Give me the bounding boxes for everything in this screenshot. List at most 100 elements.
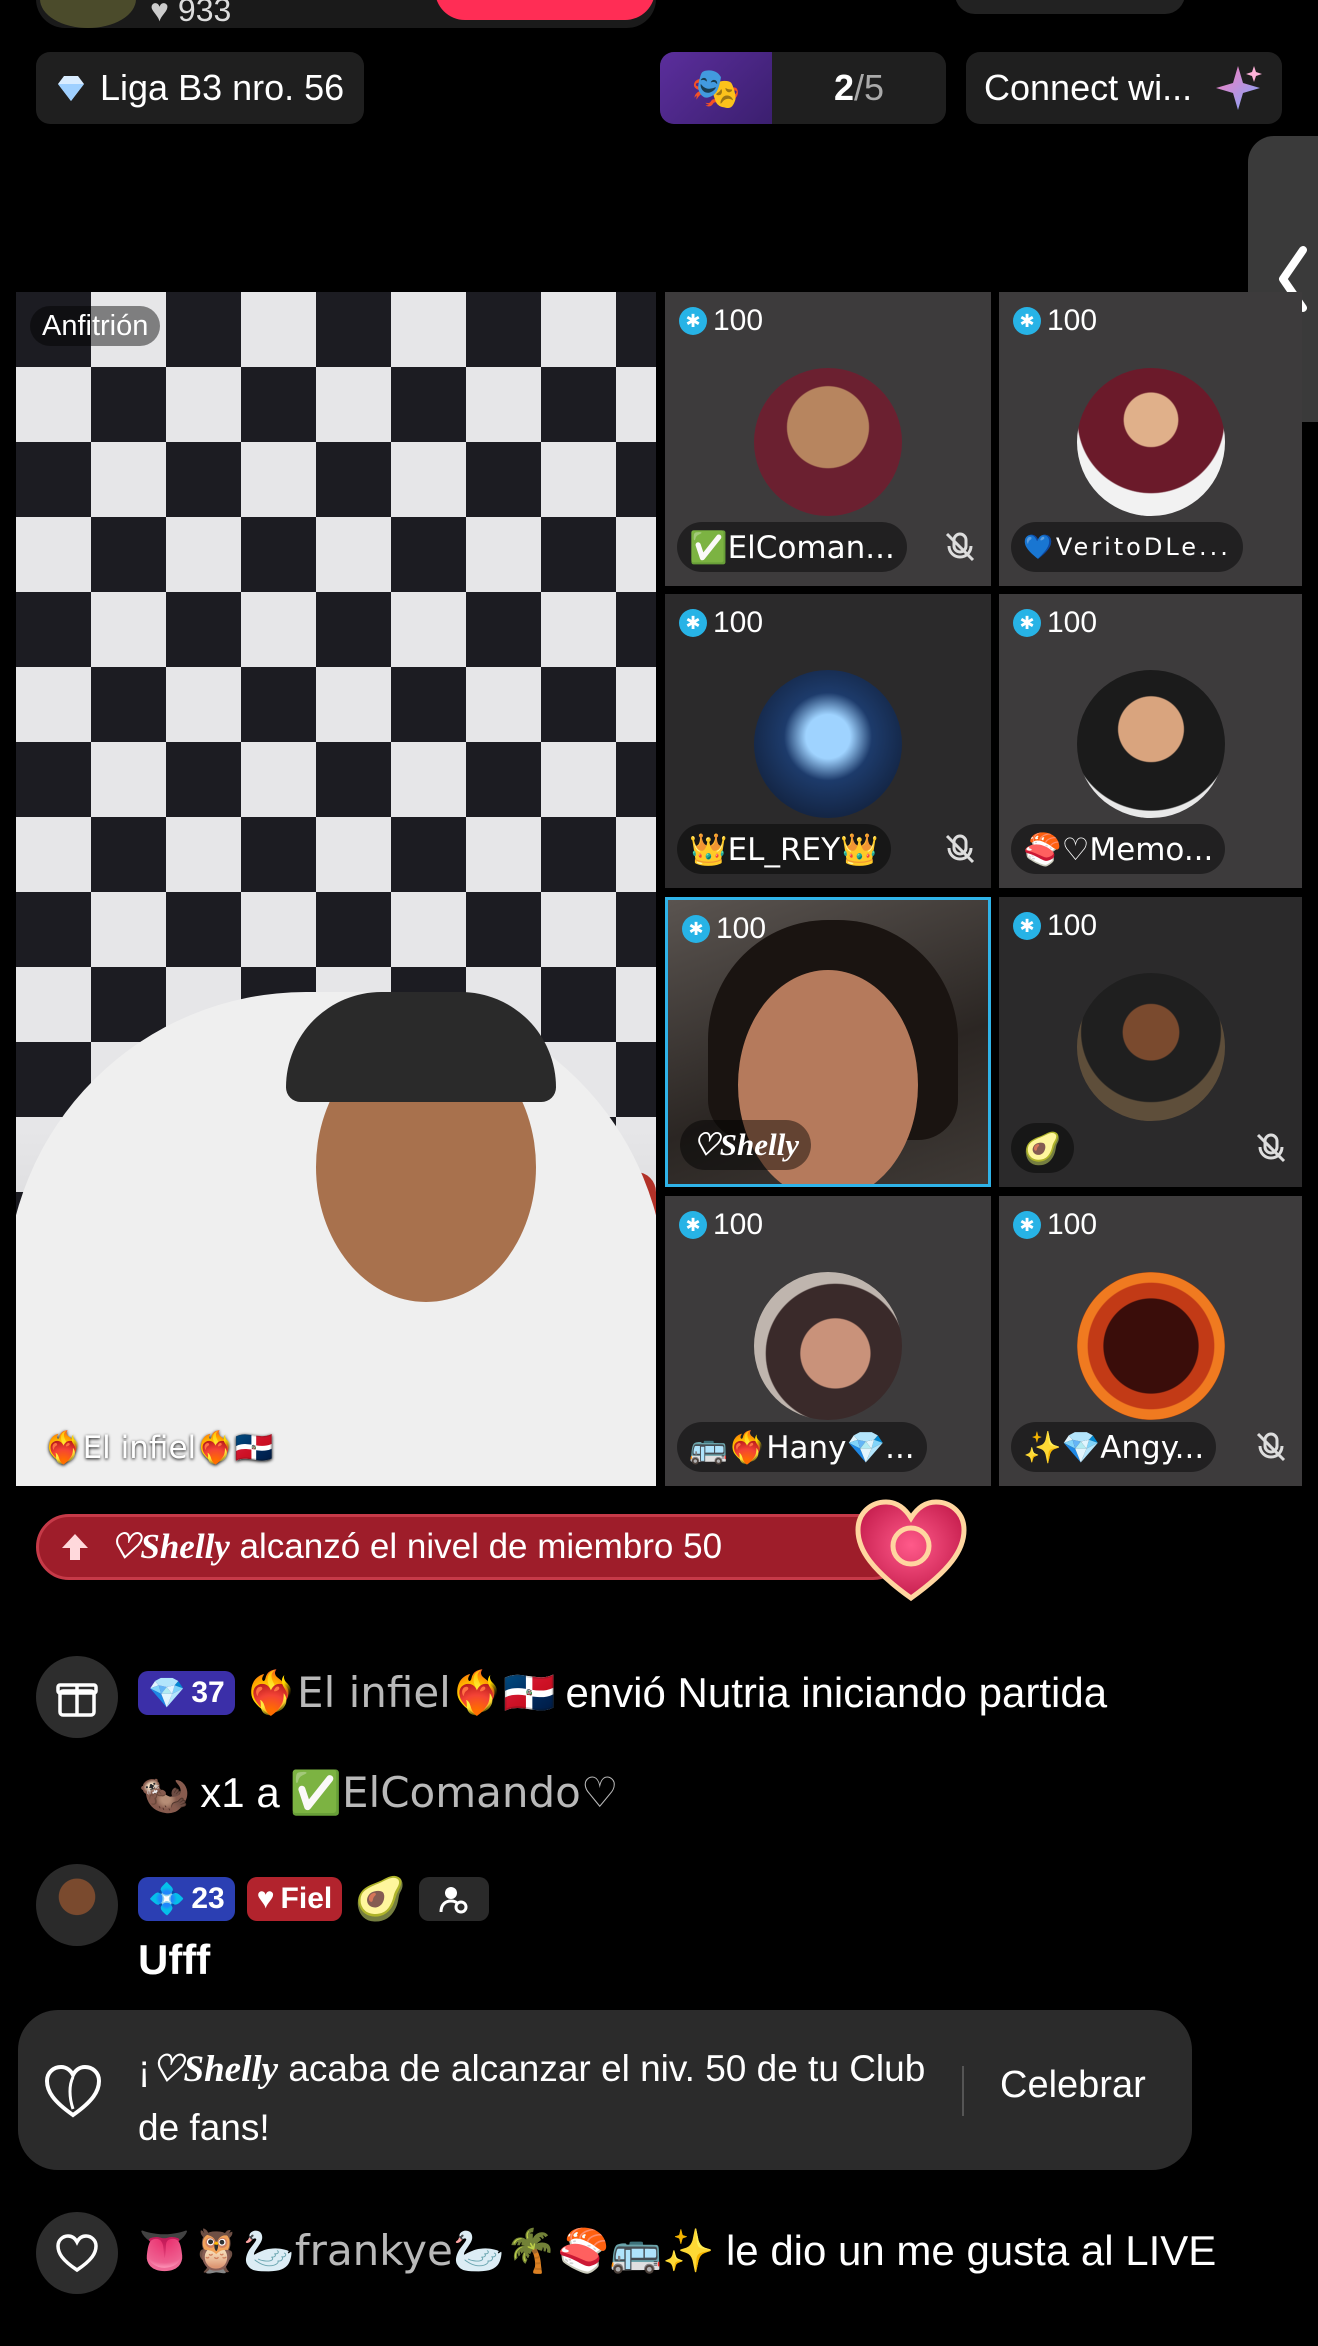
celebrate-button[interactable]: Celebrar xyxy=(1000,2064,1146,2107)
fan-club-badge: ♥ Fiel xyxy=(246,1877,343,1921)
match-progress: 2 xyxy=(833,67,854,108)
guest-tile-5-active[interactable]: ✱ 100 ♡Shelly xyxy=(665,897,991,1187)
guest-name: ♡Shelly xyxy=(680,1120,812,1170)
moderator-icon xyxy=(418,1877,489,1921)
guest-name: 🥑 xyxy=(1011,1123,1074,1173)
fan-badge-label: Fiel xyxy=(280,1882,333,1915)
heart-outline-icon xyxy=(32,2050,114,2132)
guest-tile-3[interactable]: ✱ 100 👑EL_REY👑 xyxy=(665,594,991,888)
gift-recipient[interactable]: ✅ElComando♡ xyxy=(290,1768,619,1818)
comment-text: Ufff xyxy=(138,1936,211,1983)
guest-avatar xyxy=(1076,1272,1225,1420)
mic-muted-icon xyxy=(945,532,975,562)
guest-score: 100 xyxy=(713,606,764,639)
mic-muted-icon xyxy=(1256,1133,1286,1163)
fan-club-message: ¡♡Shelly acaba de alcanzar el niv. 50 de… xyxy=(138,2040,958,2157)
coin-icon: ✱ xyxy=(679,307,707,335)
coin-icon: ✱ xyxy=(679,1211,707,1239)
viewer-count: ♥ 933 xyxy=(150,0,231,29)
guest-tile-1[interactable]: ✱ 100 ✅ElComan... xyxy=(665,292,991,586)
fan-heart-icon xyxy=(855,1499,967,1602)
league-label: Liga B3 nro. 56 xyxy=(100,67,345,108)
banner-text: alcanzó el nivel de miembro 50 xyxy=(229,1527,723,1566)
heart-level-icon: ♥ xyxy=(256,1882,275,1915)
league-chip[interactable]: Liga B3 nro. 56 xyxy=(36,52,365,124)
coin-icon: ✱ xyxy=(1013,609,1041,637)
coin-icon: ✱ xyxy=(1013,307,1041,335)
mic-muted-icon xyxy=(945,834,975,864)
coin-icon: ✱ xyxy=(682,915,710,943)
diamond-icon xyxy=(58,76,84,101)
gift-message-line2: 🦦 x1 a ✅ElComando♡ xyxy=(138,1768,619,1818)
guest-name: 👑EL_REY👑 xyxy=(677,824,891,874)
coin-icon: ✱ xyxy=(1013,1211,1041,1239)
card-divider xyxy=(962,2066,964,2116)
arrow-up-icon xyxy=(62,1534,88,1560)
commenter-avatar[interactable] xyxy=(36,1864,118,1946)
guest-score: 100 xyxy=(713,304,764,337)
like-text: le dio un me gusta al LIVE xyxy=(725,2227,1217,2274)
gift-icon xyxy=(36,1656,118,1738)
level-badge: 💎 37 xyxy=(138,1671,235,1715)
guest-score: 100 xyxy=(716,912,767,945)
gift-message-line1: 💎 37 ❤️‍🔥El infiel❤️‍🔥🇩🇴 envió Nutria ini… xyxy=(138,1668,1107,1718)
coin-icon: ✱ xyxy=(679,609,707,637)
guest-avatar xyxy=(754,1272,902,1420)
gem-icon: 💠 xyxy=(148,1881,186,1917)
guest-tile-6[interactable]: ✱ 100 🥑 xyxy=(999,897,1302,1187)
guest-score: 100 xyxy=(1047,1208,1098,1241)
like-user[interactable]: 👅🦉🦢frankye🦢🌴🍣🚌✨ xyxy=(138,2226,714,2275)
like-message: 👅🦉🦢frankye🦢🌴🍣🚌✨ le dio un me gusta al LI… xyxy=(138,2222,1288,2280)
heart-icon: ♥ xyxy=(150,0,169,28)
guest-avatar xyxy=(1076,670,1225,818)
match-progress-chip[interactable]: 🎭 2/5 xyxy=(660,52,946,124)
guest-tile-8[interactable]: ✱ 100 ✨💎Angy... xyxy=(999,1196,1302,1486)
connect-label: Connect wi... xyxy=(984,67,1193,108)
guest-name: 🍣♡Memo... xyxy=(1011,824,1226,874)
mic-muted-icon xyxy=(1256,1432,1286,1462)
guest-avatar xyxy=(1076,973,1225,1121)
gift-qty: x1 a xyxy=(200,1769,280,1816)
banner-name: ♡Shelly xyxy=(109,1527,230,1566)
viewer-count-value: 933 xyxy=(177,0,232,28)
guest-name: 🚌❤️‍🔥Hany💎... xyxy=(677,1422,927,1472)
guest-name: ✨💎Angy... xyxy=(1011,1422,1217,1472)
host-tag: Anfitrión xyxy=(30,306,161,346)
connect-with-button[interactable]: Connect wi... xyxy=(966,52,1282,124)
guest-score: 100 xyxy=(1047,304,1098,337)
coin-icon: ✱ xyxy=(1013,912,1041,940)
level-value: 23 xyxy=(191,1882,225,1915)
host-video-tile[interactable]: Anfitrión ❤️‍🔥El infiel❤️‍🔥🇩🇴 xyxy=(16,292,656,1486)
otter-gift-icon: 🦦 xyxy=(138,1768,191,1817)
guest-avatar xyxy=(754,368,902,516)
guest-score: 100 xyxy=(1047,606,1098,639)
card-name: ♡Shelly xyxy=(150,2049,279,2090)
mask-icon: 🎭 xyxy=(691,65,741,112)
guest-name: ✅ElComan... xyxy=(677,522,907,572)
avocado-badge-icon: 🥑 xyxy=(354,1874,407,1923)
match-thumbnail: 🎭 xyxy=(660,52,772,124)
gem-icon: 💎 xyxy=(148,1675,186,1711)
heart-icon xyxy=(36,2212,118,2294)
top-viewers-avatars[interactable] xyxy=(955,0,1185,14)
gift-action: envió Nutria iniciando partida xyxy=(565,1669,1108,1716)
guest-score: 100 xyxy=(713,1208,764,1241)
host-cap xyxy=(286,992,556,1102)
guest-tile-4[interactable]: ✱ 100 🍣♡Memo... xyxy=(999,594,1302,888)
guest-tile-7[interactable]: ✱ 100 🚌❤️‍🔥Hany💎... xyxy=(665,1196,991,1486)
guest-tile-2[interactable]: ✱ 100 💙VeritoDLe... xyxy=(999,292,1302,586)
member-level-banner: ♡Shelly alcanzó el nivel de miembro 50 xyxy=(36,1514,906,1580)
level-value: 37 xyxy=(191,1676,225,1709)
guest-score: 100 xyxy=(1047,909,1098,942)
guest-avatar xyxy=(754,670,902,818)
sparkle-icon xyxy=(1216,66,1262,110)
card-prefix: ¡ xyxy=(138,2048,151,2089)
guest-avatar xyxy=(1076,368,1225,516)
comment-badges: 💠 23 ♥ Fiel 🥑 xyxy=(138,1874,489,1924)
level-badge: 💠 23 xyxy=(138,1877,235,1921)
follow-button[interactable] xyxy=(435,0,655,20)
gift-sender[interactable]: ❤️‍🔥El infiel❤️‍🔥🇩🇴 xyxy=(245,1668,556,1718)
match-total: /5 xyxy=(854,67,885,108)
fan-club-card: ¡♡Shelly acaba de alcanzar el niv. 50 de… xyxy=(18,2010,1192,2170)
host-name: ❤️‍🔥El infiel❤️‍🔥🇩🇴 xyxy=(44,1430,274,1466)
